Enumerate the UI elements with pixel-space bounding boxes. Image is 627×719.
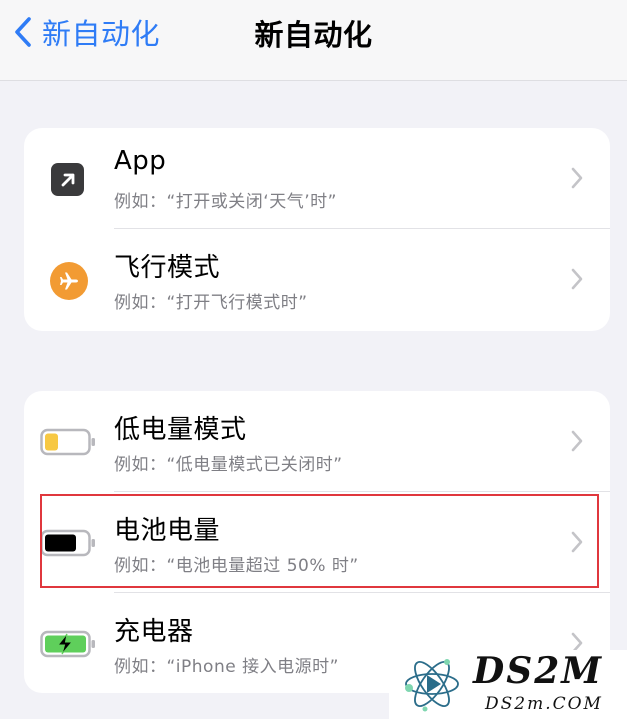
list-item-app[interactable]: App 例如：“打开或关闭‘天气’时” bbox=[24, 128, 610, 229]
trigger-group-battery: 低电量模式 例如：“低电量模式已关闭时” 电池电量 例如：“电池电量超过 50%… bbox=[24, 391, 610, 693]
battery-level-icon bbox=[40, 529, 95, 557]
chevron-right-icon bbox=[571, 268, 583, 290]
app-icon bbox=[51, 163, 84, 196]
list-item-title: 低电量模式 bbox=[114, 415, 247, 445]
charging-battery-icon bbox=[40, 630, 95, 658]
list-item-subtitle: 例如：“电池电量超过 50% 时” bbox=[114, 556, 359, 576]
page-title: 新自动化 bbox=[254, 18, 373, 52]
list-item-low-power-mode[interactable]: 低电量模式 例如：“低电量模式已关闭时” bbox=[24, 391, 610, 492]
list-item-subtitle: 例如：“iPhone 接入电源时” bbox=[114, 657, 339, 677]
chevron-right-icon bbox=[571, 167, 583, 189]
list-item-battery-level[interactable]: 电池电量 例如：“电池电量超过 50% 时” bbox=[24, 492, 610, 593]
list-item-subtitle: 例如：“打开飞行模式时” bbox=[114, 293, 308, 313]
list-item-title: 电池电量 bbox=[114, 516, 221, 546]
airplane-icon bbox=[50, 262, 88, 300]
list-item-subtitle: 例如：“打开或关闭‘天气’时” bbox=[114, 192, 337, 212]
chevron-right-icon bbox=[571, 531, 583, 553]
list-item-subtitle: 例如：“低电量模式已关闭时” bbox=[114, 455, 343, 475]
watermark: DS2M DS2m.COM bbox=[389, 650, 627, 719]
list-item-title: 飞行模式 bbox=[114, 253, 221, 283]
trigger-group-general: App 例如：“打开或关闭‘天气’时” 飞行模式 例如：“打开飞行模式时” bbox=[24, 128, 610, 331]
list-item-title: 充电器 bbox=[114, 617, 194, 647]
watermark-title: DS2M bbox=[473, 650, 604, 692]
navigation-bar: 新自动化 新自动化 bbox=[0, 0, 627, 81]
list-item-title: App bbox=[114, 146, 167, 176]
list-item-airplane-mode[interactable]: 飞行模式 例如：“打开飞行模式时” bbox=[24, 229, 610, 330]
chevron-right-icon bbox=[571, 430, 583, 452]
watermark-subtitle: DS2m.COM bbox=[485, 694, 603, 714]
low-power-battery-icon bbox=[40, 428, 95, 456]
atom-logo-icon bbox=[405, 659, 459, 712]
